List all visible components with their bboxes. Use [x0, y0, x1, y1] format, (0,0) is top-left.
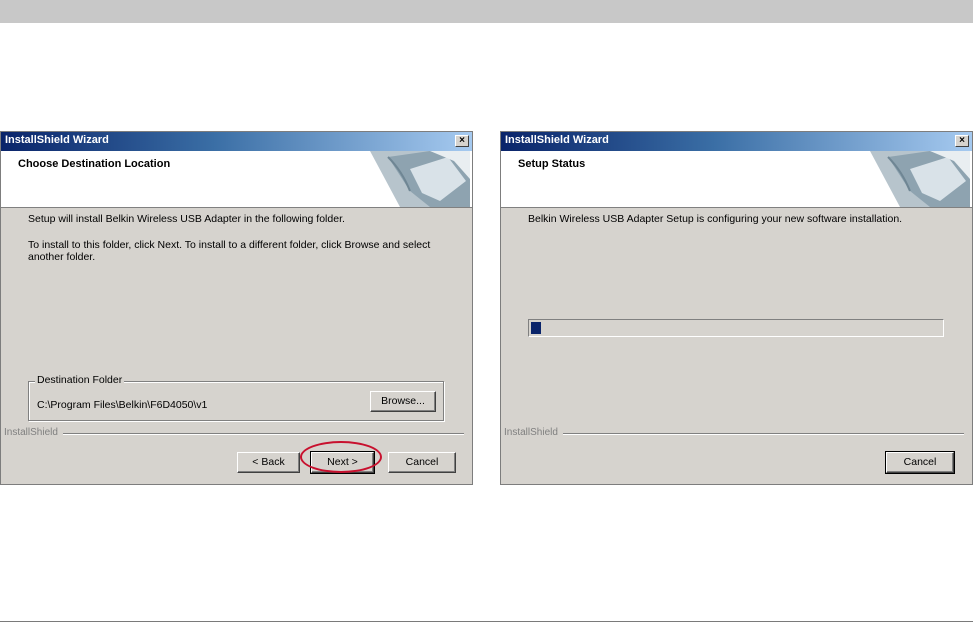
browse-button[interactable]: Browse... — [370, 391, 436, 412]
destination-folder-path: C:\Program Files\Belkin\F6D4050\v1 — [37, 399, 208, 411]
bottom-rule — [0, 621, 973, 622]
close-icon[interactable]: × — [955, 135, 969, 147]
installshield-brand: InstallShield — [1, 427, 472, 439]
divider — [63, 433, 464, 434]
title-bar[interactable]: InstallShield Wizard × — [1, 132, 472, 151]
installshield-dialog-status: InstallShield Wizard × Setup Status Belk… — [500, 131, 973, 485]
brand-text: InstallShield — [4, 427, 58, 438]
wizard-header: Choose Destination Location — [1, 151, 472, 208]
page-curl-graphic — [870, 151, 970, 207]
instruction-text-line2: another folder. — [28, 251, 96, 263]
close-icon[interactable]: × — [455, 135, 469, 147]
divider — [563, 433, 964, 434]
installshield-dialog-destination: InstallShield Wizard × Choose Destinatio… — [0, 131, 473, 485]
instruction-text-line1: To install to this folder, click Next. T… — [28, 239, 431, 251]
next-button[interactable]: Next > — [310, 451, 375, 474]
intro-text: Setup will install Belkin Wireless USB A… — [28, 213, 345, 225]
page-title: Setup Status — [518, 158, 586, 170]
brand-text: InstallShield — [504, 427, 558, 438]
destination-folder-label: Destination Folder — [35, 374, 125, 386]
cancel-button[interactable]: Cancel — [885, 451, 955, 474]
wizard-header: Setup Status — [501, 151, 972, 208]
title-bar[interactable]: InstallShield Wizard × — [501, 132, 972, 151]
progress-bar — [528, 319, 944, 337]
back-button[interactable]: < Back — [237, 452, 300, 473]
destination-folder-group: Destination Folder C:\Program Files\Belk… — [28, 374, 444, 421]
window-title: InstallShield Wizard — [5, 134, 109, 146]
top-band — [0, 0, 973, 23]
installshield-brand: InstallShield — [501, 427, 972, 439]
progress-fill — [531, 322, 541, 334]
cancel-button[interactable]: Cancel — [388, 452, 456, 473]
window-title: InstallShield Wizard — [505, 134, 609, 146]
page-curl-graphic — [370, 151, 470, 207]
status-text: Belkin Wireless USB Adapter Setup is con… — [528, 213, 903, 225]
page-title: Choose Destination Location — [18, 158, 171, 170]
